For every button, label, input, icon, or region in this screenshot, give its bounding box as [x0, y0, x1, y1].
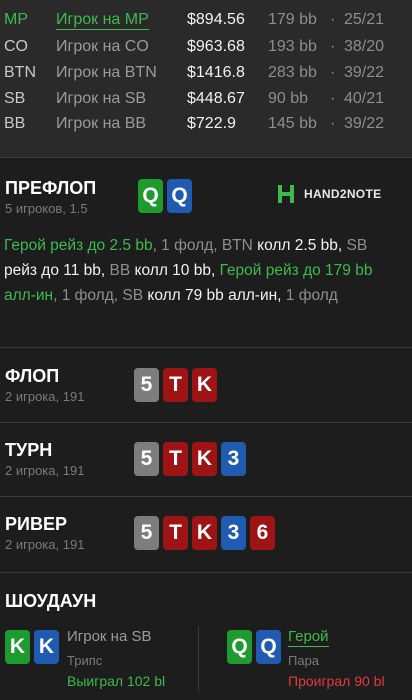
- player-row[interactable]: SB Игрок на SB $448.67 90 bb · 40/21: [0, 86, 412, 112]
- players-table: MP Игрок на MP $894.56 179 bb · 25/21 CO…: [0, 0, 412, 158]
- action-text: колл 2.5 bb,: [252, 237, 343, 254]
- card: 5: [134, 516, 159, 550]
- showdown-divider: [198, 626, 199, 692]
- card: K: [192, 516, 217, 550]
- street-title: ПРЕФЛОП: [5, 178, 97, 198]
- separator-dot: ·: [330, 90, 336, 107]
- card: Q: [227, 630, 252, 664]
- player-name[interactable]: Игрок на CO: [56, 38, 166, 56]
- player-stack-bb: 193 bb: [268, 38, 317, 55]
- hero-cards: Q Q: [138, 179, 192, 213]
- card: 6: [250, 516, 275, 550]
- card: 3: [221, 442, 246, 476]
- player-row[interactable]: MP Игрок на MP $894.56 179 bb · 25/21: [0, 7, 412, 33]
- card: T: [163, 516, 188, 550]
- showdown-result: Проиграл 90 bl: [288, 673, 385, 689]
- flop-section: ФЛОП 2 игрока, 191 5 T K: [0, 348, 412, 423]
- card: T: [163, 442, 188, 476]
- player-stats: 39/22: [344, 64, 385, 81]
- showdown-player-name[interactable]: Игрок на SB: [67, 628, 151, 645]
- street-subtitle: 2 игрока, 191: [5, 537, 85, 552]
- river-section: РИВЕР 2 игрока, 191 5 T K 3 6: [0, 497, 412, 573]
- showdown-cards-right: Q Q: [227, 630, 281, 664]
- card: T: [163, 368, 188, 402]
- action-text: , 1 фолд,: [53, 287, 123, 304]
- showdown-title: ШОУДАУН: [5, 591, 97, 611]
- player-stack: $1416.8: [187, 64, 245, 81]
- player-stack: $448.67: [187, 90, 245, 107]
- street-title: РИВЕР: [5, 514, 67, 534]
- card: 5: [134, 442, 159, 476]
- player-stats: 38/20: [344, 38, 385, 55]
- player-name[interactable]: Игрок на SB: [56, 90, 166, 108]
- street-title: ТУРН: [5, 440, 53, 460]
- street-title: ФЛОП: [5, 366, 60, 386]
- action-text: SB: [122, 287, 144, 304]
- hand2note-logo-icon: [278, 185, 294, 203]
- card: 5: [134, 368, 159, 402]
- showdown-result: Выиграл 102 bl: [67, 673, 166, 689]
- action-text: колл 10 bb,: [130, 262, 220, 279]
- card: K: [192, 368, 217, 402]
- board-cards: 5 T K 3 6: [134, 516, 275, 550]
- player-position: BB: [4, 115, 26, 132]
- action-text: , 1 фолд,: [152, 237, 222, 254]
- player-stack: $722.9: [187, 115, 236, 132]
- player-name[interactable]: Игрок на MP: [56, 11, 149, 30]
- action-text: SB: [342, 237, 368, 254]
- separator-dot: ·: [330, 64, 336, 81]
- player-position: MP: [4, 11, 28, 28]
- showdown-hand: Пара: [288, 653, 320, 668]
- player-name[interactable]: Игрок на BTN: [56, 64, 166, 82]
- card: Q: [167, 179, 192, 213]
- hand2note-logo: HAND2NOTE: [276, 182, 381, 206]
- player-stack: $963.68: [187, 38, 245, 55]
- action-text: Герой рейз до 2.5 bb: [4, 237, 153, 254]
- separator-dot: ·: [330, 11, 336, 28]
- card: K: [192, 442, 217, 476]
- player-position: SB: [4, 90, 26, 107]
- player-row[interactable]: BTN Игрок на BTN $1416.8 283 bb · 39/22: [0, 60, 412, 86]
- player-row[interactable]: CO Игрок на CO $963.68 193 bb · 38/20: [0, 34, 412, 60]
- player-stack-bb: 90 bb: [268, 90, 309, 107]
- player-stats: 25/21: [344, 11, 385, 28]
- card: K: [5, 630, 30, 664]
- player-row[interactable]: BB Игрок на BB $722.9 145 bb · 39/22: [0, 111, 412, 137]
- card: Q: [256, 630, 281, 664]
- street-subtitle: 5 игроков, 1.5: [5, 201, 88, 216]
- logo-text: HAND2NOTE: [304, 187, 382, 201]
- action-text: 1 фолд: [285, 287, 338, 304]
- player-stack-bb: 283 bb: [268, 64, 317, 81]
- separator-dot: ·: [330, 38, 336, 55]
- card: K: [34, 630, 59, 664]
- showdown-player-name[interactable]: Герой: [288, 628, 329, 647]
- player-name[interactable]: Игрок на BB: [56, 115, 166, 133]
- player-position: BTN: [4, 64, 36, 81]
- action-text: рейз до 11 bb,: [4, 262, 110, 279]
- player-position: CO: [4, 38, 28, 55]
- player-stack: $894.56: [187, 11, 245, 28]
- card: 3: [221, 516, 246, 550]
- separator-dot: ·: [330, 115, 336, 132]
- action-text: BB: [109, 262, 131, 279]
- board-cards: 5 T K 3: [134, 442, 246, 476]
- showdown-cards-left: K K: [5, 630, 59, 664]
- player-stats: 39/22: [344, 115, 385, 132]
- action-text: колл 79 bb алл-ин,: [143, 287, 286, 304]
- card: Q: [138, 179, 163, 213]
- preflop-actions: Герой рейз до 2.5 bb, 1 фолд, BTN колл 2…: [4, 233, 404, 308]
- street-subtitle: 2 игрока, 191: [5, 389, 85, 404]
- street-subtitle: 2 игрока, 191: [5, 463, 85, 478]
- action-text: BTN: [221, 237, 253, 254]
- player-stack-bb: 179 bb: [268, 11, 317, 28]
- board-cards: 5 T K: [134, 368, 217, 402]
- turn-section: ТУРН 2 игрока, 191 5 T K 3: [0, 423, 412, 497]
- player-stats: 40/21: [344, 90, 385, 107]
- player-stack-bb: 145 bb: [268, 115, 317, 132]
- showdown-hand: Трипс: [67, 653, 103, 668]
